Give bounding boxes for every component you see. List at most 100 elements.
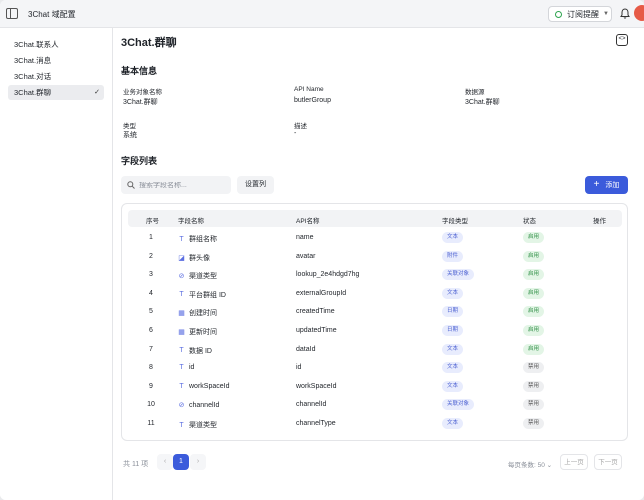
field-name: T 群组名称	[178, 234, 217, 244]
row-number: 4	[149, 289, 153, 297]
row-number: 7	[149, 345, 153, 353]
description-label: 描述	[294, 123, 307, 130]
field-table: 序号 字段名称 API名称 字段类型 状态 操作 1 T 群组名称 name 文本 启用 2…	[121, 203, 628, 441]
datasource-label: 数据源	[465, 89, 485, 96]
field-type-badge: 文本	[442, 380, 464, 392]
next-page-icon[interactable]: ›	[190, 454, 206, 470]
object-name-label: 业务对象名称	[123, 89, 162, 96]
sidebar-item-group-chats[interactable]: 3Chat.群聊 ✓	[8, 85, 104, 100]
bell-icon[interactable]	[620, 8, 630, 19]
type-value: 系统	[123, 132, 137, 139]
table-row[interactable]: 6 ▦ 更新时间 updatedTime 日期 启用	[128, 322, 622, 341]
page-size-select[interactable]: 每页条数: 50 ⌄	[508, 459, 552, 469]
table-row[interactable]: 8 Tid id 文本 禁用	[128, 359, 622, 378]
field-name-text: workSpaceId	[189, 382, 230, 390]
table-row[interactable]: 7 T 数据 ID dataId 文本 启用	[128, 341, 622, 360]
row-number: 3	[149, 271, 153, 279]
field-api-name: workSpaceId	[296, 382, 337, 390]
api-name-value: butlerGroup	[294, 97, 331, 104]
field-name-text: 群组名称	[189, 236, 217, 243]
next-page-button[interactable]: 下一页	[594, 454, 622, 470]
row-number: 6	[149, 327, 153, 334]
search-icon	[127, 181, 135, 189]
column-header-status: 状态	[523, 218, 536, 225]
field-type-badge: 日期	[442, 306, 464, 318]
field-name: ▦ 创建时间	[178, 308, 217, 318]
field-name-text: 数据 ID	[189, 347, 212, 355]
basic-info-title: 基本信息	[121, 66, 158, 76]
type-label: 类型	[123, 123, 136, 130]
sidebar-toggle-icon[interactable]	[6, 8, 18, 19]
row-number: 5	[149, 308, 153, 316]
field-type-badge: 文本	[442, 362, 464, 374]
text-type-icon: T	[179, 382, 184, 390]
table-row[interactable]: 10 ⊘ channelId channelId 关联对象 禁用	[128, 396, 622, 415]
field-name: ◪ 群头像	[178, 253, 210, 263]
column-header-no: 序号	[146, 218, 159, 225]
table-row[interactable]: 9 TworkSpaceId workSpaceId 文本 禁用	[128, 378, 622, 397]
sidebar-item-label: 3Chat.消息	[14, 56, 52, 65]
attachment-icon: ◪	[178, 254, 185, 262]
field-api-name: createdTime	[296, 308, 335, 316]
description-value: -	[294, 130, 297, 137]
table-row[interactable]: 4 T 平台群组 ID externalGroupId 文本 启用	[128, 285, 622, 304]
table-row[interactable]: 1 T 群组名称 name 文本 启用	[128, 229, 622, 248]
sidebar-item-label: 3Chat.联系人	[14, 40, 59, 49]
field-type-badge: 日期	[442, 325, 464, 336]
table-row[interactable]: 2 ◪ 群头像 avatar 附件 启用	[128, 248, 622, 267]
field-name-text: 渠道类型	[189, 273, 217, 281]
sidebar-item-messages[interactable]: 3Chat.消息	[8, 53, 104, 68]
field-api-name: updatedTime	[296, 327, 337, 334]
row-number: 2	[149, 252, 153, 260]
object-name-value: 3Chat.群聊	[123, 99, 158, 106]
prev-page-icon[interactable]: ‹	[157, 454, 173, 470]
table-row[interactable]: 3 ⊘ 渠道类型 lookup_2e4hdgd7hg 关联对象 启用	[128, 266, 622, 285]
code-view-button[interactable]: <>	[616, 34, 628, 46]
add-field-label: 添加	[605, 182, 620, 189]
status-badge: 启用	[523, 232, 545, 243]
field-api-name: name	[296, 234, 314, 241]
chevron-down-icon: ▼	[603, 11, 609, 17]
set-columns-button[interactable]: 设置列	[237, 176, 274, 194]
field-name-text: 群头像	[189, 254, 210, 262]
row-number: 9	[149, 382, 153, 390]
field-name: ⊘ 渠道类型	[178, 271, 217, 281]
field-name: TworkSpaceId	[178, 383, 229, 390]
subscribe-button[interactable]: 订阅提醒 ▼	[548, 6, 612, 22]
prev-page-button[interactable]: 上一页	[560, 454, 588, 470]
app-window: 3Chat 域配置 订阅提醒 ▼ 3Chat.联系人 3Chat.消息 3Cha…	[0, 0, 644, 500]
field-name-text: 更新时间	[189, 329, 217, 336]
datasource-value: 3Chat.群聊	[465, 99, 500, 106]
table-row[interactable]: 5 ▦ 创建时间 createdTime 日期 启用	[128, 303, 622, 322]
search-box[interactable]	[121, 176, 231, 194]
text-type-icon: T	[179, 235, 184, 243]
check-icon: ✓	[94, 89, 100, 96]
field-name-text: 创建时间	[189, 310, 217, 318]
column-header-name: 字段名称	[178, 218, 204, 225]
page-1-button[interactable]: 1	[173, 454, 189, 470]
field-type-badge: 文本	[442, 343, 464, 355]
user-avatar[interactable]	[634, 5, 644, 21]
row-number: 10	[147, 401, 155, 409]
add-field-button[interactable]: + 添加	[585, 176, 628, 194]
field-api-name: channelType	[296, 420, 336, 427]
subscribe-label: 订阅提醒	[567, 9, 599, 19]
link-icon: ⊘	[178, 273, 185, 281]
field-type-badge: 文本	[442, 232, 464, 243]
sidebar-nav: 3Chat.联系人 3Chat.消息 3Chat.对话 3Chat.群聊 ✓	[0, 28, 113, 500]
column-header-actions: 操作	[593, 218, 606, 225]
top-bar: 3Chat 域配置 订阅提醒 ▼	[0, 0, 644, 28]
sidebar-item-contacts[interactable]: 3Chat.联系人	[8, 37, 104, 52]
field-api-name: lookup_2e4hdgd7hg	[296, 271, 360, 279]
field-name: T 平台群组 ID	[178, 290, 226, 300]
field-name: T 渠道类型	[178, 420, 217, 430]
sidebar-item-conversations[interactable]: 3Chat.对话	[8, 69, 104, 84]
table-row[interactable]: 11 T 渠道类型 channelType 文本 禁用	[128, 415, 622, 434]
search-input[interactable]	[139, 181, 219, 189]
field-name: Tid	[178, 364, 194, 371]
app-title: 3Chat 域配置	[28, 10, 76, 19]
field-type-badge: 关联对象	[442, 399, 475, 411]
status-badge: 启用	[523, 325, 545, 336]
field-api-name: id	[296, 364, 302, 372]
field-name: ▦ 更新时间	[178, 327, 217, 337]
